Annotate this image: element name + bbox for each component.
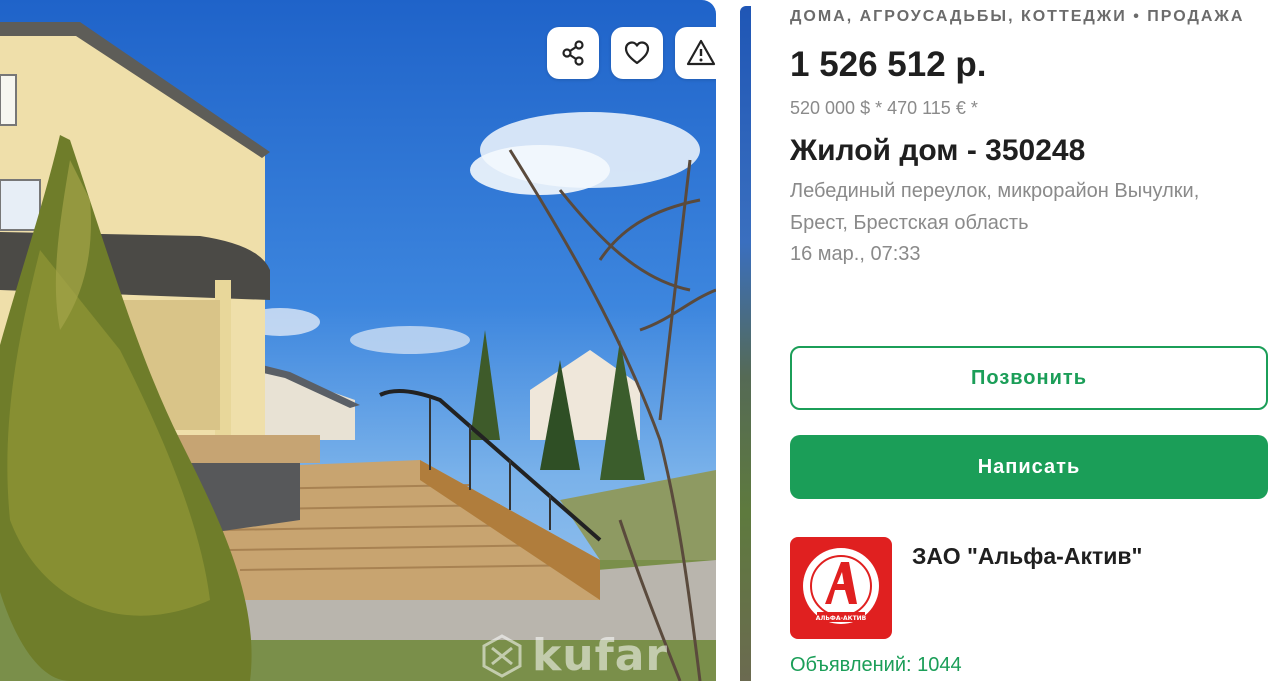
price: 1 526 512 р.: [790, 45, 987, 84]
call-button[interactable]: Позвонить: [790, 346, 1268, 410]
category-breadcrumb[interactable]: ДОМА, АГРОУСАДЬБЫ, КОТТЕДЖИ • ПРОДАЖА: [790, 4, 1268, 29]
alternative-prices: 520 000 $ * 470 115 € *: [790, 98, 978, 118]
write-button[interactable]: Написать: [790, 435, 1268, 499]
alfa-aktiv-logo-icon: АЛЬФА-АКТИВ: [803, 548, 879, 624]
house-photo-scene: [0, 22, 716, 681]
listing-photo[interactable]: kufar: [0, 0, 716, 681]
watermark: kufar: [480, 630, 668, 681]
seller-name[interactable]: ЗАО "Альфа-Актив": [912, 543, 1142, 639]
watermark-text: kufar: [532, 630, 669, 681]
address: Лебединый переулок, микрорайон Вычулки, …: [790, 180, 1200, 234]
warning-icon: [686, 39, 716, 66]
share-button[interactable]: [547, 27, 599, 79]
posted-date: 16 мар., 07:33: [790, 243, 921, 265]
next-photo-preview[interactable]: [740, 6, 751, 681]
heart-icon: [624, 41, 650, 65]
favorite-button[interactable]: [611, 27, 663, 79]
share-icon: [562, 40, 584, 66]
seller-logo[interactable]: АЛЬФА-АКТИВ: [790, 537, 892, 639]
listing-title: Жилой дом - 350248: [790, 134, 1086, 167]
kufar-logo-icon: [482, 633, 522, 678]
seller-listings-count[interactable]: Объявлений: 1044: [790, 654, 962, 677]
listing-details: ДОМА, АГРОУСАДЬБЫ, КОТТЕДЖИ • ПРОДАЖА 1 …: [790, 0, 1268, 676]
report-button[interactable]: [675, 27, 716, 79]
photo-actions: [547, 27, 716, 79]
seller-info: АЛЬФА-АКТИВ ЗАО "Альфа-Актив": [790, 537, 1142, 639]
svg-text:АЛЬФА-АКТИВ: АЛЬФА-АКТИВ: [816, 615, 867, 622]
